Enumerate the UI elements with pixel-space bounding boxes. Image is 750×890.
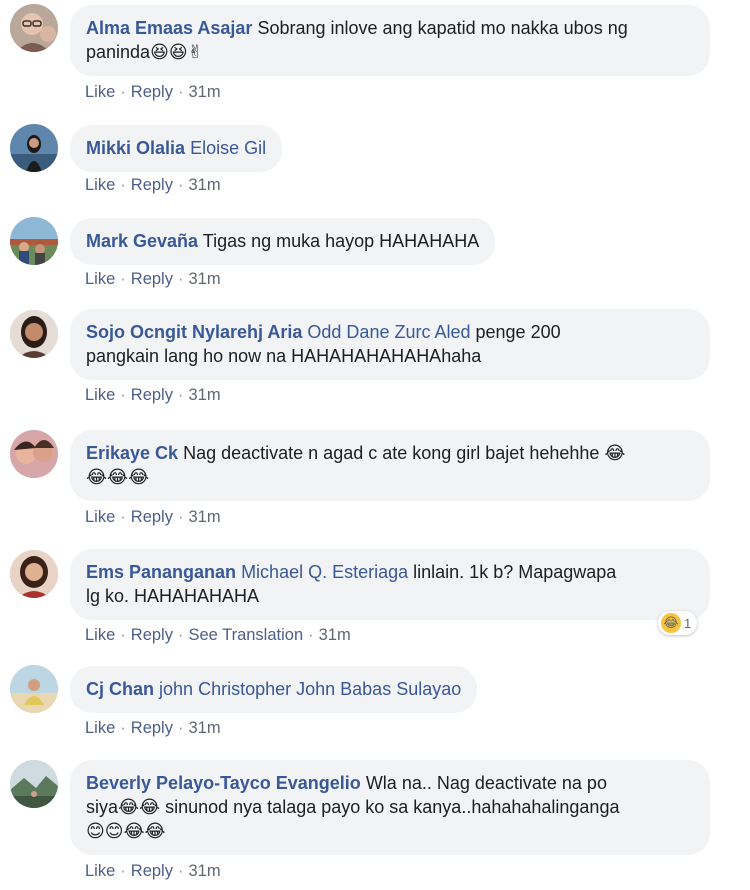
comment-author[interactable]: Alma Emaas Asajar [86, 18, 252, 38]
comment-text: paninda [86, 42, 151, 62]
comment-actions: Like · Reply · 31m [85, 270, 221, 288]
comment-author[interactable]: Sojo Ocngit Nylarehj Aria [86, 322, 302, 342]
comment-actions: Like · Reply · 31m [85, 862, 221, 880]
comment-actions: Like · Reply · 31m [85, 508, 221, 526]
mention-link[interactable]: Christopher John Babas Sulayao [198, 679, 461, 699]
comment-bubble: Mark Gevaña Tigas ng muka hayop HAHAHAHA [70, 218, 496, 265]
comment-timestamp[interactable]: 31m [188, 862, 220, 880]
avatar-beach-icon[interactable] [10, 665, 58, 713]
comment-bubble: Beverly Pelayo-Tayco Evangelio Wla na.. … [70, 760, 710, 855]
reaction-count-badge[interactable]: 😂 1 [658, 611, 698, 635]
tears-of-joy-emoji-icon: 😂 [604, 443, 626, 464]
comment-timestamp[interactable]: 31m [188, 719, 220, 737]
like-button[interactable]: Like [85, 626, 115, 644]
comment-bubble: Sojo Ocngit Nylarehj Aria Odd Dane Zurc … [70, 309, 710, 380]
comment-author[interactable]: Cj Chan [86, 679, 154, 699]
comment-author[interactable]: Mark Gevaña [86, 231, 198, 251]
like-button[interactable]: Like [85, 270, 115, 288]
like-button[interactable]: Like [85, 719, 115, 737]
like-button[interactable]: Like [85, 862, 115, 880]
comment-author[interactable]: Erikaye Ck [86, 443, 178, 463]
comment-bubble: Erikaye Ck Nag deactivate n agad c ate k… [70, 430, 710, 501]
comment-bubble: Mikki Olalia Eloise Gil [70, 125, 283, 172]
comment-author[interactable]: Ems Pananganan [86, 562, 236, 582]
comment-text: linlain. 1k b? Mapagwapa [413, 562, 617, 582]
comment-author[interactable]: Mikki Olalia [86, 138, 185, 158]
comment-bubble: Ems Pananganan Michael Q. Esteriaga linl… [70, 549, 710, 620]
comment-timestamp[interactable]: 31m [188, 83, 220, 101]
reply-button[interactable]: Reply [131, 176, 173, 194]
like-button[interactable]: Like [85, 176, 115, 194]
reply-button[interactable]: Reply [131, 719, 173, 737]
tears-of-joy-emoji-icon: 😂😂😂 [86, 467, 150, 488]
reply-button[interactable]: Reply [131, 83, 173, 101]
comment-text: sinunod nya talaga payo ko sa kanya..hah… [165, 797, 620, 817]
avatar-two-people-icon[interactable] [10, 430, 58, 478]
comment-bubble: Cj Chan john Christopher John Babas Sula… [70, 666, 478, 713]
comment-text: Tigas ng muka hayop HAHAHAHA [202, 231, 480, 251]
tears-of-joy-emoji-icon: 😂😂 [118, 797, 161, 818]
reply-button[interactable]: Reply [131, 508, 173, 526]
avatar-landscape-icon[interactable] [10, 760, 58, 808]
mention-link[interactable]: john [159, 679, 193, 699]
comment-text: Nag deactivate n agad c ate kong girl ba… [183, 443, 600, 463]
comment-text: Sobrang inlove ang kapatid mo nakka ubos… [257, 18, 628, 38]
smiling-emoji-icon: 😊😊😂😂 [86, 821, 166, 842]
mention-link[interactable]: Eloise Gil [190, 138, 266, 158]
comment-text: lg ko. HAHAHAHAHA [86, 586, 260, 606]
comment-actions: Like · Reply · 31m [85, 719, 221, 737]
avatar-woman-portrait-icon[interactable] [10, 310, 58, 358]
avatar-outdoor-group-icon[interactable] [10, 217, 58, 265]
like-button[interactable]: Like [85, 508, 115, 526]
comment-text: siya [86, 797, 119, 817]
laughing-emoji-icon: 😆😆✌ [150, 42, 203, 63]
comment-timestamp[interactable]: 31m [188, 508, 220, 526]
mention-link[interactable]: Michael Q. Esteriaga [241, 562, 408, 582]
reaction-count: 1 [684, 615, 692, 631]
comment-timestamp[interactable]: 31m [188, 176, 220, 194]
comment-text: pangkain lang ho now na HAHAHAHAHAHAhaha [86, 346, 482, 366]
like-button[interactable]: Like [85, 386, 115, 404]
reply-button[interactable]: Reply [131, 270, 173, 288]
comment-timestamp[interactable]: 31m [188, 270, 220, 288]
haha-reaction-icon: 😂 [661, 613, 681, 633]
comment-bubble: Alma Emaas Asajar Sobrang inlove ang kap… [70, 5, 710, 76]
comment-actions: Like · Reply · 31m [85, 176, 221, 194]
comment-text: Wla na.. Nag deactivate na po [365, 773, 607, 793]
like-button[interactable]: Like [85, 83, 115, 101]
comment-actions: Like · Reply · 31m [85, 386, 221, 404]
comment-timestamp[interactable]: 31m [188, 386, 220, 404]
mention-link[interactable]: Odd Dane Zurc Aled [307, 322, 470, 342]
reply-button[interactable]: Reply [131, 386, 173, 404]
comment-actions: Like · Reply · See Translation · 31m [85, 626, 351, 644]
comment-author[interactable]: Beverly Pelayo-Tayco Evangelio [86, 773, 361, 793]
avatar-woman-red-icon[interactable] [10, 550, 58, 598]
comment-text: penge 200 [475, 322, 561, 342]
avatar-woman-dark-icon[interactable] [10, 124, 58, 172]
avatar-woman-glasses-icon[interactable] [10, 4, 58, 52]
reply-button[interactable]: Reply [131, 862, 173, 880]
see-translation-link[interactable]: See Translation [188, 626, 303, 644]
comment-timestamp[interactable]: 31m [319, 626, 351, 644]
comment-actions: Like · Reply · 31m [85, 83, 221, 101]
reply-button[interactable]: Reply [131, 626, 173, 644]
